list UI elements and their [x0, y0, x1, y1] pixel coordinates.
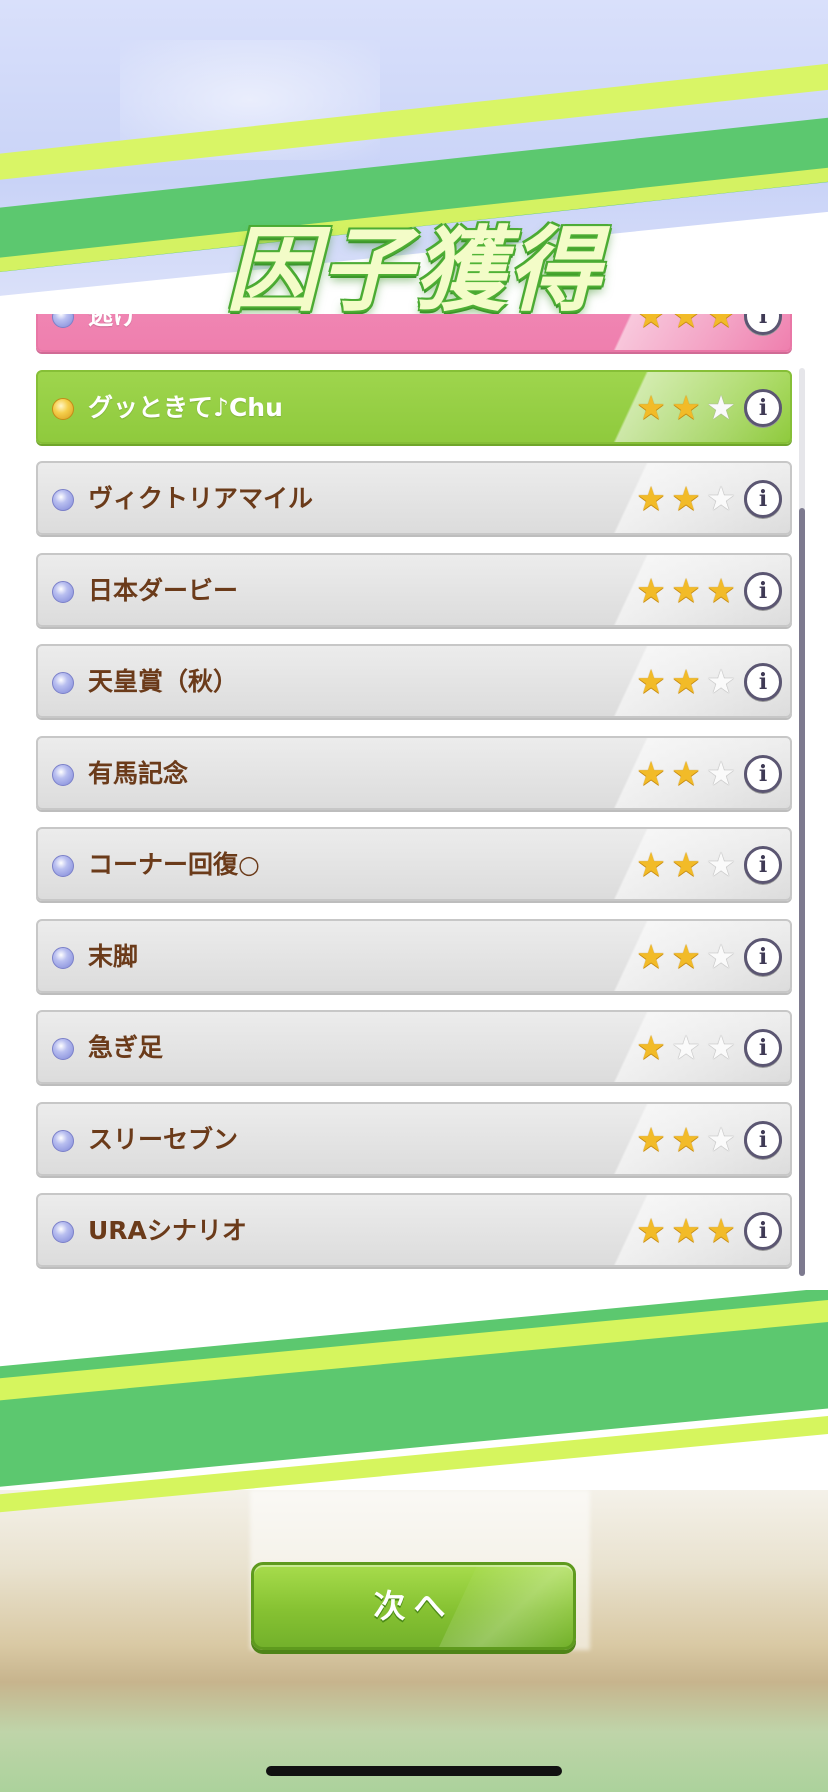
factor-item[interactable]: ヴィクトリアマイル ★ ★ ★ i: [36, 461, 792, 535]
factor-bullet-icon: [52, 1221, 74, 1243]
factor-item[interactable]: コーナー回復○ ★ ★ ★ i: [36, 827, 792, 901]
home-indicator[interactable]: [266, 1766, 562, 1776]
star-filled-icon: ★: [636, 662, 666, 701]
info-icon[interactable]: i: [744, 1029, 782, 1067]
star-empty-icon: ★: [706, 1028, 736, 1067]
factor-bullet-icon: [52, 314, 74, 328]
star-filled-icon: ★: [671, 662, 701, 701]
factor-item[interactable]: 末脚 ★ ★ ★ i: [36, 918, 792, 993]
star-empty-icon: ★: [706, 479, 736, 518]
star-empty-icon: ★: [706, 387, 736, 427]
star-rating: ★ ★ ★: [634, 1119, 738, 1159]
factor-bullet-icon: [52, 1038, 74, 1060]
star-filled-icon: ★: [671, 1211, 701, 1250]
star-filled-icon: ★: [636, 1028, 666, 1067]
factor-bullet-icon: [52, 946, 74, 969]
factor-label: スリーセブン: [88, 1124, 239, 1154]
factor-label: コーナー回復○: [88, 850, 260, 879]
star-filled-icon: ★: [636, 1119, 666, 1159]
star-filled-icon: ★: [671, 936, 701, 976]
scrollbar[interactable]: [799, 368, 805, 1276]
star-filled-icon: ★: [636, 479, 666, 518]
star-filled-icon: ★: [671, 753, 701, 793]
info-icon[interactable]: i: [744, 937, 782, 976]
star-filled-icon: ★: [671, 387, 701, 427]
star-empty-icon: ★: [706, 662, 736, 701]
info-icon[interactable]: i: [744, 846, 782, 884]
star-rating: ★ ★ ★: [634, 664, 738, 700]
page-title: 因子獲得: [225, 217, 602, 324]
star-rating: ★ ★ ★: [634, 1030, 738, 1066]
star-filled-icon: ★: [671, 570, 701, 610]
factor-item[interactable]: URAシナリオ ★ ★ ★ i: [36, 1193, 792, 1267]
star-rating: ★ ★ ★: [634, 314, 738, 334]
factor-label: URAシナリオ: [88, 1216, 247, 1245]
star-filled-icon: ★: [671, 314, 701, 335]
star-filled-icon: ★: [671, 479, 701, 518]
bottom-background: [0, 1290, 828, 1792]
info-icon[interactable]: i: [744, 1212, 782, 1250]
star-filled-icon: ★: [636, 1211, 666, 1250]
factor-bullet-icon: [52, 489, 74, 511]
info-icon[interactable]: i: [744, 1120, 782, 1159]
factor-item[interactable]: スリーセブン ★ ★ ★ i: [36, 1101, 792, 1176]
star-empty-icon: ★: [706, 1119, 736, 1159]
factor-label: 末脚: [88, 941, 139, 971]
factor-bullet-icon: [52, 855, 74, 877]
info-icon[interactable]: i: [744, 754, 782, 793]
factor-item[interactable]: 有馬記念 ★ ★ ★ i: [36, 735, 792, 810]
star-filled-icon: ★: [706, 314, 736, 335]
factor-label: ヴィクトリアマイル: [88, 484, 314, 513]
factor-item[interactable]: 天皇賞（秋） ★ ★ ★ i: [36, 644, 792, 718]
star-filled-icon: ★: [671, 1119, 701, 1159]
factor-label: 逃げ: [88, 314, 139, 330]
info-icon[interactable]: i: [744, 663, 782, 701]
star-filled-icon: ★: [706, 1211, 736, 1250]
star-filled-icon: ★: [636, 314, 666, 335]
factor-label: グッときて♪Chu: [88, 392, 283, 422]
factor-bullet-icon: [52, 397, 74, 420]
star-rating: ★ ★ ★: [634, 1213, 738, 1249]
factor-item[interactable]: グッときて♪Chu ★ ★ ★ i: [36, 369, 792, 444]
scrollbar-thumb[interactable]: [799, 508, 805, 1276]
star-filled-icon: ★: [706, 570, 736, 610]
next-button[interactable]: 次へ: [251, 1562, 576, 1650]
star-filled-icon: ★: [636, 753, 666, 793]
factor-label: 天皇賞（秋）: [88, 667, 239, 696]
factor-bullet-icon: [52, 580, 74, 603]
star-filled-icon: ★: [636, 570, 666, 610]
star-filled-icon: ★: [671, 845, 701, 884]
info-icon[interactable]: i: [744, 571, 782, 610]
star-rating: ★ ★ ★: [634, 481, 738, 517]
factor-bullet-icon: [52, 763, 74, 786]
star-empty-icon: ★: [706, 936, 736, 976]
factor-label: 急ぎ足: [88, 1033, 164, 1062]
factor-bullet-icon: [52, 672, 74, 694]
star-rating: ★ ★ ★: [634, 387, 738, 427]
factor-item[interactable]: 逃げ ★ ★ ★ i: [36, 314, 792, 352]
star-empty-icon: ★: [706, 845, 736, 884]
factor-bullet-icon: [52, 1129, 74, 1152]
factor-label: 日本ダービー: [88, 575, 239, 605]
star-rating: ★ ★ ★: [634, 847, 738, 883]
next-button-label: 次へ: [373, 1587, 454, 1625]
factor-list[interactable]: 逃げ ★ ★ ★ i グッときて♪Chu ★ ★ ★ i ヴィクトリアマイル ★ ★ ★ i 日本ダービー ★ ★…: [36, 314, 792, 1276]
star-filled-icon: ★: [636, 387, 666, 427]
factor-label: 有馬記念: [88, 758, 189, 788]
star-filled-icon: ★: [636, 845, 666, 884]
factor-item[interactable]: 日本ダービー ★ ★ ★ i: [36, 552, 792, 627]
factor-item[interactable]: 急ぎ足 ★ ★ ★ i: [36, 1010, 792, 1084]
star-rating: ★ ★ ★: [634, 936, 738, 976]
star-empty-icon: ★: [671, 1028, 701, 1067]
star-rating: ★ ★ ★: [634, 753, 738, 793]
star-empty-icon: ★: [706, 753, 736, 793]
info-icon[interactable]: i: [744, 480, 782, 518]
star-rating: ★ ★ ★: [634, 570, 738, 610]
info-icon[interactable]: i: [744, 388, 782, 427]
star-filled-icon: ★: [636, 936, 666, 976]
